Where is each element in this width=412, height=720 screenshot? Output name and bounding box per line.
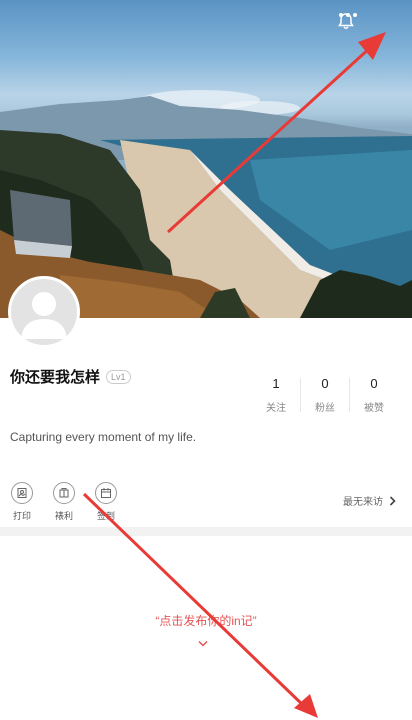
stat-value: 1: [272, 376, 280, 391]
publish-prompt[interactable]: “点击发布你的in记”: [0, 612, 412, 629]
annotation-arrowhead: [294, 694, 318, 718]
checkin-icon: [95, 482, 117, 504]
avatar[interactable]: [8, 276, 80, 348]
frame-icon: [53, 482, 75, 504]
action-row: 打印 裱利 签到: [8, 482, 120, 522]
visitors-label: 最无来访: [343, 497, 383, 508]
section-divider: [0, 527, 412, 536]
stat-likes[interactable]: 0 被赞: [350, 376, 398, 414]
checkin-button[interactable]: 签到: [92, 482, 120, 522]
action-label: 签到: [96, 511, 115, 521]
stat-following[interactable]: 1 关注: [252, 376, 300, 414]
frame-button[interactable]: 裱利: [50, 482, 78, 522]
stat-label: 关注: [266, 403, 286, 414]
stat-label: 被赞: [364, 403, 384, 414]
bio-text: Capturing every moment of my life.: [10, 430, 197, 444]
stats-bar: 1 关注 0 粉丝 0 被赞: [252, 376, 398, 414]
cover-photo[interactable]: [0, 0, 412, 318]
action-label: 裱利: [54, 511, 73, 521]
print-icon: [11, 482, 33, 504]
chevron-down-icon: [198, 640, 208, 647]
stat-value: 0: [321, 376, 329, 391]
coastal-landscape-image: [0, 90, 412, 318]
action-label: 打印: [12, 511, 31, 521]
chevron-right-icon: [389, 495, 396, 506]
stat-followers[interactable]: 0 粉丝: [301, 376, 349, 414]
username: 你还要我怎样: [10, 369, 101, 386]
level-badge: Lv1: [106, 369, 131, 384]
print-button[interactable]: 打印: [8, 482, 36, 522]
stat-value: 0: [370, 376, 378, 391]
recent-visitors-link[interactable]: 最无来访: [343, 493, 396, 508]
stat-label: 粉丝: [315, 403, 335, 414]
more-options-icon[interactable]: [339, 12, 398, 34]
default-avatar-icon: [21, 292, 67, 339]
